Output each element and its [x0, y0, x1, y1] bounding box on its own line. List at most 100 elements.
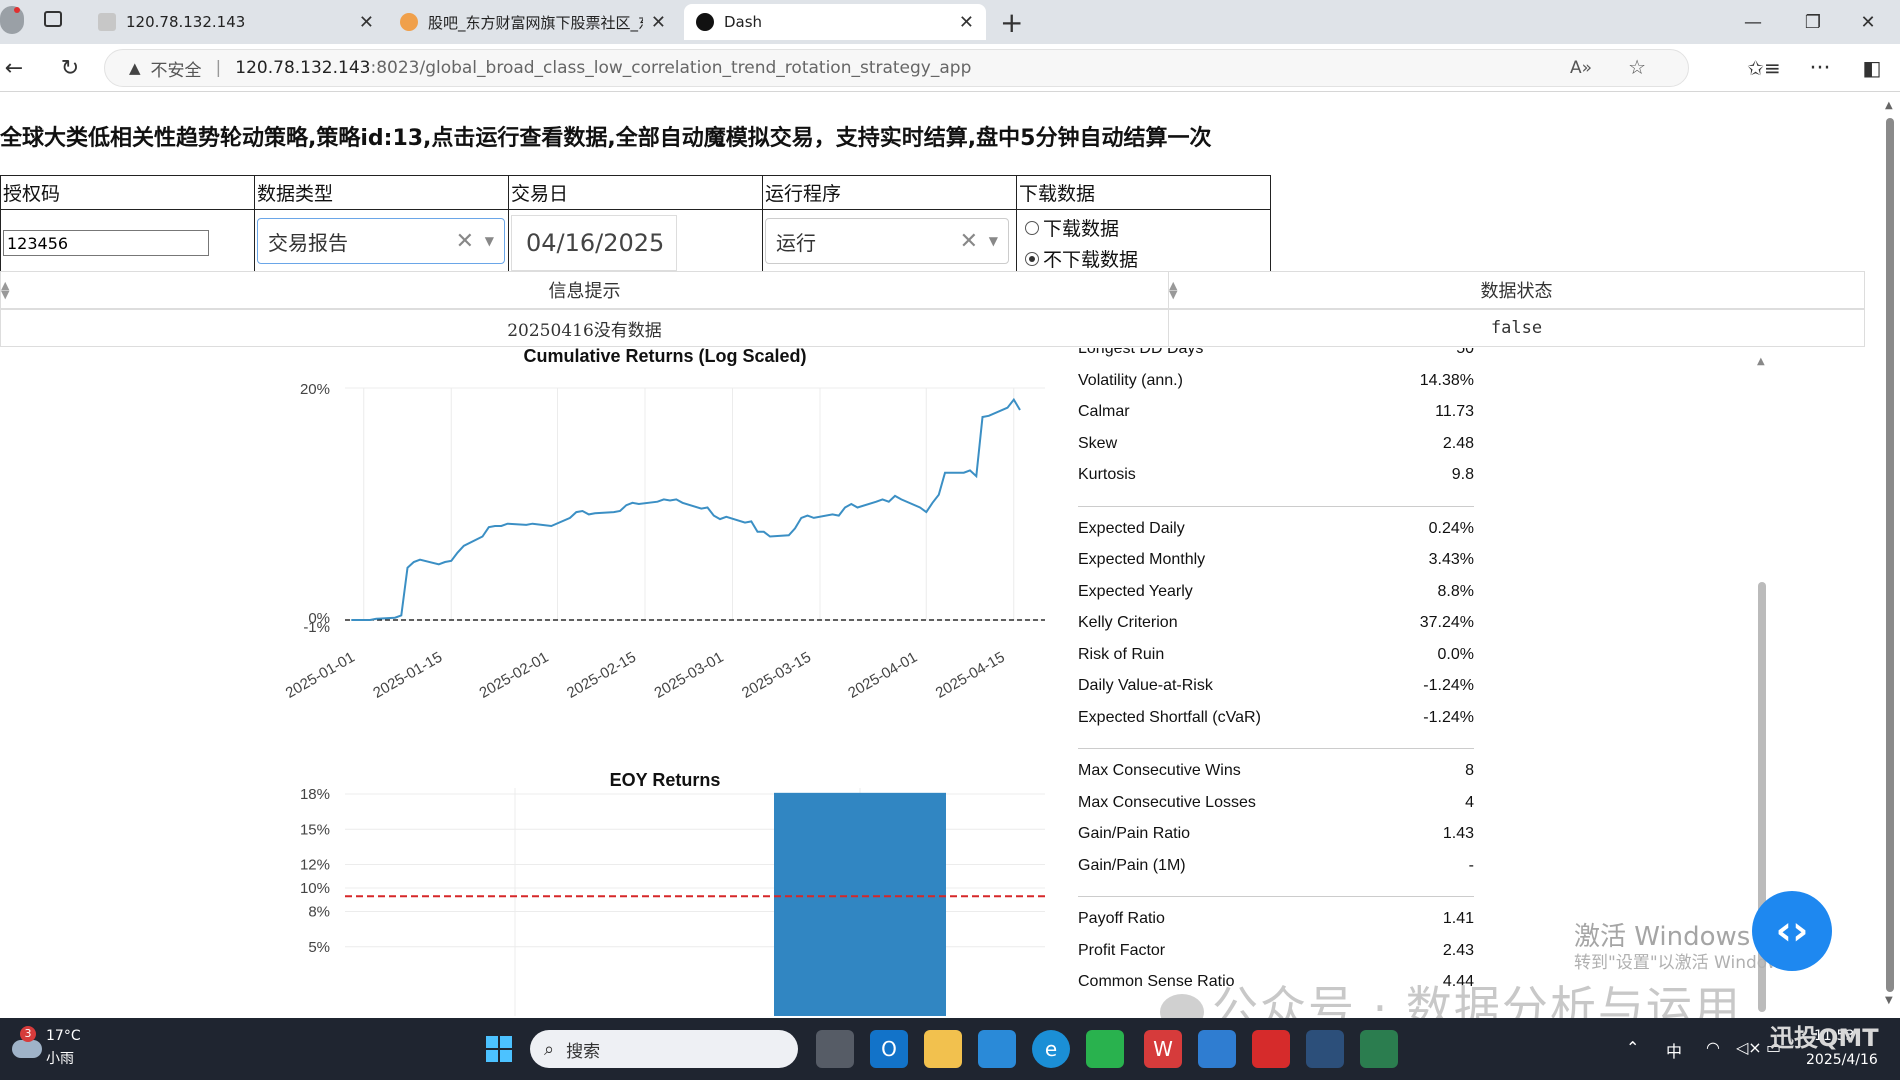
url-path: :8023/global_broad_class_low_correlation…	[370, 58, 972, 78]
status-cell: false	[1168, 309, 1865, 347]
metric-value: 8	[1465, 762, 1474, 779]
metric-value: 2.43	[1442, 941, 1474, 959]
weather-widget[interactable]: 3 17°C 小雨	[10, 1026, 110, 1072]
run-program-select[interactable]: 运行 ✕ ▼	[765, 218, 1009, 264]
tab-guba[interactable]: 股吧_东方财富网旗下股票社区_东 ✕	[388, 4, 678, 40]
close-window-icon[interactable]: ✕	[1846, 6, 1890, 38]
more-icon[interactable]: ···	[1806, 54, 1834, 82]
metric-label: Kurtosis	[1078, 466, 1136, 483]
favorite-star-icon[interactable]: ☆	[1628, 55, 1646, 79]
x-tick-label: 2025-04-15	[933, 649, 1008, 702]
restore-icon[interactable]: ❐	[1791, 6, 1835, 38]
file-explorer-icon[interactable]	[924, 1030, 962, 1068]
warning-icon: ▲	[129, 59, 141, 77]
remote-app-icon[interactable]	[1360, 1030, 1398, 1068]
search-placeholder: 搜索	[566, 1041, 601, 1062]
metric-value: 11.73	[1435, 403, 1474, 420]
metric-row: Expected Daily 0.24%	[1078, 520, 1474, 542]
code-toggle-button[interactable]: ‹›	[1752, 891, 1832, 971]
scroll-up-icon[interactable]: ▲	[1757, 356, 1765, 367]
radio-dot[interactable]	[1025, 220, 1039, 235]
header-status[interactable]: ▲ ▼ 数据状态	[1168, 271, 1865, 309]
scroll-down-icon[interactable]: ▼	[1885, 995, 1893, 1006]
trade-date-cell: 04/16/2025	[508, 209, 763, 275]
metrics-divider	[1078, 896, 1474, 897]
metric-row: Max Consecutive Losses 4	[1078, 794, 1474, 816]
weather-cloud-icon	[12, 1040, 42, 1058]
tab-title: Dash	[724, 13, 763, 31]
eoy-bar	[774, 792, 946, 1016]
qmt-icon[interactable]	[1198, 1030, 1236, 1068]
x-tick-label: 2025-01-01	[283, 649, 358, 702]
y-tick-label: 10%	[300, 880, 330, 897]
tab-title: 股吧_东方财富网旗下股票社区_东	[428, 13, 643, 32]
new-tab-icon[interactable]: +	[1000, 6, 1023, 39]
metric-value: -	[1468, 856, 1474, 874]
metric-label: Skew	[1078, 434, 1118, 452]
clear-icon[interactable]: ✕	[456, 229, 474, 254]
header-info[interactable]: ▲ ▼ 信息提示	[0, 271, 1169, 309]
dash-icon	[696, 13, 714, 31]
scroll-up-icon[interactable]: ▲	[1885, 100, 1893, 111]
metric-label: Kelly Criterion	[1078, 614, 1178, 631]
tonghuashun-icon[interactable]	[1252, 1030, 1290, 1068]
search-tool-icon[interactable]	[1306, 1030, 1344, 1068]
page-scrollbar[interactable]: ▲ ▼	[1880, 92, 1900, 1017]
clock-date[interactable]: 2025/4/16	[1806, 1052, 1878, 1068]
scroll-thumb[interactable]	[1886, 118, 1894, 992]
profile-avatar[interactable]	[0, 6, 24, 34]
close-icon[interactable]: ✕	[359, 12, 374, 33]
read-aloud-icon[interactable]: A»	[1570, 58, 1592, 78]
start-icon[interactable]	[480, 1030, 518, 1068]
data-type-select[interactable]: 交易报告 ✕ ▼	[257, 218, 505, 264]
metric-value: 9.8	[1451, 466, 1474, 483]
trade-date-input[interactable]: 04/16/2025	[511, 215, 677, 271]
tray-expand-icon[interactable]: ⌃	[1626, 1038, 1639, 1057]
metric-row: Expected Shortfall (cVaR) -1.24%	[1078, 709, 1474, 731]
clear-icon[interactable]: ✕	[960, 229, 978, 254]
favorites-icon[interactable]: ✩≡	[1747, 54, 1781, 82]
sort-icon[interactable]: ▲ ▼	[1, 280, 9, 300]
close-icon[interactable]: ✕	[651, 12, 666, 33]
radio-download[interactable]: 下载数据	[1025, 214, 1270, 241]
header-trade-date: 交易日	[508, 175, 763, 210]
reload-icon[interactable]: ↻	[56, 54, 84, 82]
sort-icon[interactable]: ▲ ▼	[1169, 280, 1177, 300]
report-frame: Cumulative Returns (Log Scaled) 2025-01-…	[0, 348, 1770, 1016]
metric-value: 1.43	[1442, 825, 1474, 842]
metric-row: Risk of Ruin 0.0%	[1078, 646, 1474, 668]
tab-ip[interactable]: 120.78.132.143 ✕	[86, 4, 386, 40]
chevron-down-icon[interactable]: ▼	[989, 234, 998, 248]
taskbar-search[interactable]: ⌕ 搜索	[530, 1030, 798, 1068]
wechat-app-icon[interactable]	[1086, 1030, 1124, 1068]
tab-dash[interactable]: Dash ✕	[684, 4, 986, 40]
header-auth-code: 授权码	[0, 175, 255, 210]
task-view-icon[interactable]	[816, 1030, 854, 1068]
radio-no-download[interactable]: 不下载数据	[1025, 245, 1270, 272]
run-program-value: 运行	[776, 230, 816, 255]
metric-value: 3.43%	[1428, 551, 1474, 568]
y-tick-label: 18%	[300, 788, 330, 803]
auth-code-input[interactable]	[3, 230, 209, 256]
wifi-icon[interactable]: ◠	[1706, 1038, 1720, 1057]
tab-actions-icon[interactable]	[44, 11, 62, 27]
volume-icon[interactable]: ◁×	[1736, 1038, 1762, 1057]
ime-indicator[interactable]: 中	[1666, 1038, 1682, 1062]
data-type-cell: 交易报告 ✕ ▼	[254, 209, 509, 275]
store-icon[interactable]	[978, 1030, 1016, 1068]
close-icon[interactable]: ✕	[959, 12, 974, 33]
edge-icon[interactable]: e	[1032, 1030, 1070, 1068]
header-label: 数据状态	[1480, 281, 1553, 302]
chevron-down-icon[interactable]: ▼	[485, 234, 494, 248]
metric-label: Longest DD Days	[1078, 348, 1204, 357]
sidebar-icon[interactable]: ◧	[1858, 54, 1886, 82]
minimize-icon[interactable]: —	[1731, 6, 1775, 38]
outlook-icon[interactable]: O	[870, 1030, 908, 1068]
back-icon[interactable]: ←	[0, 54, 28, 82]
metric-label: Expected Yearly	[1078, 582, 1193, 600]
url-field[interactable]: ▲ 不安全 | 120.78.132.143 :8023/global_broa…	[104, 49, 1689, 87]
wps-icon[interactable]: W	[1144, 1030, 1182, 1068]
radio-dot-selected[interactable]	[1025, 251, 1039, 266]
metric-label: Calmar	[1078, 403, 1130, 420]
metric-label: Risk of Ruin	[1078, 645, 1165, 663]
